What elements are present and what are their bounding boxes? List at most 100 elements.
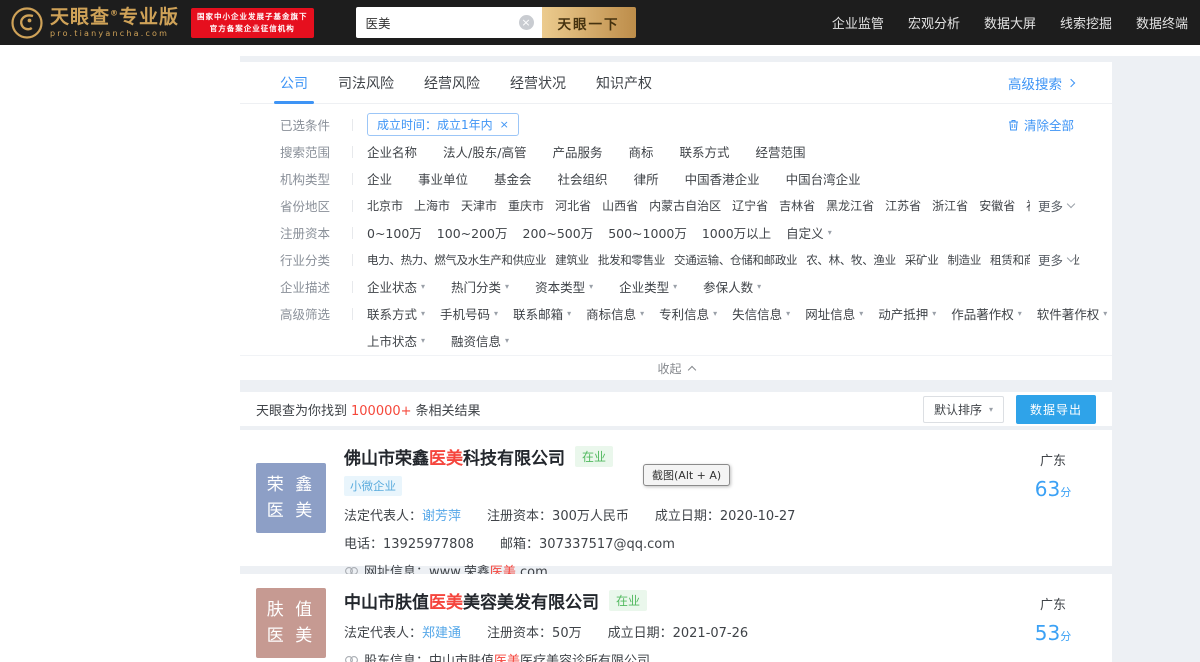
filter-option[interactable]: 上海市 [414,197,450,214]
topnav-item[interactable]: 线索挖掘 [1060,13,1112,32]
topnav-item[interactable]: 宏观分析 [908,13,960,32]
topnav-item[interactable]: 企业监管 [832,13,884,32]
filter-dropdown[interactable]: 热门分类 ▾ [451,277,509,296]
filter-option[interactable]: 农、林、牧、渔业 [806,252,896,268]
filter-option[interactable]: 批发和零售业 [598,252,666,268]
filter-dropdown[interactable]: 企业状态 ▾ [367,277,425,296]
filter-option[interactable]: 100~200万 [437,223,508,242]
filter-option[interactable]: 安徽省 [979,197,1015,214]
tab-company[interactable]: 公司 [274,62,314,104]
company-score[interactable]: 63分 [1010,477,1096,501]
filter-dropdown[interactable]: 动产抵押 ▾ [878,304,936,323]
filter-dropdown[interactable]: 手机号码 ▾ [440,304,498,323]
link-icon [344,655,359,662]
filter-option[interactable]: 江苏省 [885,197,921,214]
filter-option[interactable]: 吉林省 [779,197,815,214]
filter-option[interactable]: 北京市 [367,197,403,214]
company-score[interactable]: 53分 [1010,621,1096,645]
legal-rep-link[interactable]: 郑建通 [422,626,461,641]
filter-dropdown[interactable]: 融资信息 ▾ [451,331,509,350]
shareholder-field[interactable]: 股东信息：中山市肤值医美医疗美容诊所有限公司 [364,650,650,662]
filter-option[interactable]: 商标 [628,142,653,161]
more-industries-link[interactable]: 更多 [1029,246,1076,273]
filter-option[interactable]: 经营范围 [756,142,806,161]
filter-option[interactable]: 制造业 [947,252,981,268]
filter-option[interactable]: 交通运输、仓储和邮政业 [674,252,798,268]
legal-rep-link[interactable]: 谢芳萍 [422,509,461,524]
more-provinces-link[interactable]: 更多 [1029,192,1076,219]
filter-dropdown[interactable]: 失信信息 ▾ [732,304,790,323]
filter-option[interactable]: 电力、热力、燃气及水生产和供应业 [367,252,547,268]
filter-option[interactable]: 重庆市 [508,197,544,214]
filter-dropdown[interactable]: 上市状态 ▾ [367,331,425,350]
topnav-item[interactable]: 数据终端 [1136,13,1188,32]
filter-option[interactable]: 建筑业 [555,252,589,268]
result-tabs: 公司 司法风险 经营风险 经营状况 知识产权 高级搜索 [240,62,1112,104]
filter-option-label: 社会组织 [557,172,608,187]
tab-operation-status[interactable]: 经营状况 [510,62,566,104]
filter-option[interactable]: 法人/股东/高管 [443,142,526,161]
filter-option[interactable]: 事业单位 [418,169,468,188]
filter-option[interactable]: 500~1000万 [608,223,687,242]
filter-option[interactable]: 内蒙古自治区 [649,197,721,214]
filter-option[interactable]: 天津市 [461,197,497,214]
filter-option[interactable]: 0~100万 [367,223,422,242]
filter-option[interactable]: 企业名称 [367,142,417,161]
filter-dropdown[interactable]: 联系邮箱 ▾ [513,304,571,323]
filter-option[interactable]: 产品服务 [552,142,602,161]
filter-dropdown[interactable]: 参保人数 ▾ [703,277,761,296]
filter-option[interactable]: 山西省 [602,197,638,214]
filter-option[interactable]: 中国台湾企业 [786,169,861,188]
caret-down-icon: ▾ [786,309,791,318]
search-button[interactable]: 天眼一下 [541,7,636,38]
filter-dropdown[interactable]: 联系方式 ▾ [367,304,425,323]
filter-dropdown[interactable]: 企业类型 ▾ [619,277,677,296]
filter-option[interactable]: 河北省 [555,197,591,214]
filter-option[interactable]: 联系方式 [679,142,729,161]
tab-judicial-risk[interactable]: 司法风险 [338,62,394,104]
divider [352,145,353,158]
result-card-2: 肤 值 医 美 中山市肤值医美美容美发有限公司 在业 法定代表人：郑建通 注册资… [240,574,1112,662]
sort-select[interactable]: 默认排序 ▾ [922,395,1004,423]
filter-dropdown[interactable]: 网址信息 ▾ [805,304,863,323]
filter-option[interactable]: 黑龙江省 [826,197,874,214]
tab-intellectual-property[interactable]: 知识产权 [596,62,652,104]
remove-filter-icon[interactable]: × [500,118,509,131]
filter-dropdown[interactable]: 商标信息 ▾ [586,304,644,323]
filter-option[interactable]: 律所 [634,169,659,188]
badge-line1: 国家中小企业发展子基金旗下 [197,11,308,21]
collapse-filters-button[interactable]: 收起 [240,355,1112,380]
topnav-item[interactable]: 数据大屏 [984,13,1036,32]
filter-option[interactable]: 基金会 [494,169,532,188]
caret-down-icon: ▾ [494,309,499,318]
filter-option[interactable]: 社会组织 [558,169,608,188]
filter-option[interactable]: 采矿业 [905,252,939,268]
filter-option[interactable]: 浙江省 [932,197,968,214]
filter-dropdown[interactable]: 资本类型 ▾ [535,277,593,296]
search-input[interactable] [355,7,542,38]
advanced-search-link[interactable]: 高级搜索 [1008,73,1076,93]
company-name-link[interactable]: 中山市肤值医美美容美发有限公司 [344,588,599,613]
filter-dropdown[interactable]: 作品著作权 ▾ [951,304,1022,323]
clear-search-icon[interactable]: × [518,15,534,30]
tab-operation-risk[interactable]: 经营风险 [424,62,480,104]
filter-option[interactable]: 200~500万 [523,223,594,242]
filter-option[interactable]: 企业 [367,169,392,188]
filter-option-label: 采矿业 [904,252,939,267]
company-name-link[interactable]: 佛山市荣鑫医美科技有限公司 [344,444,565,469]
filter-dropdown[interactable]: 专利信息 ▾ [659,304,717,323]
filter-option[interactable]: 自定义 ▾ [786,223,832,242]
data-export-button[interactable]: 数据导出 [1015,394,1096,424]
selected-filter-tag[interactable]: 成立时间：成立1年内 × [367,113,519,136]
company-logo[interactable]: 肤 值 医 美 [256,588,326,658]
clear-all-button[interactable]: 清除全部 [1008,115,1074,134]
filter-option[interactable]: 辽宁省 [732,197,768,214]
trash-icon [1008,119,1018,130]
company-logo[interactable]: 荣 鑫 医 美 [256,463,326,533]
divider [352,199,353,212]
small-enterprise-tag[interactable]: 小微企业 [344,476,402,496]
app-logo[interactable]: 天眼查®专业版 pro.tianyancha.com [10,6,179,40]
filter-option[interactable]: 1000万以上 [702,223,771,242]
filter-dropdown[interactable]: 软件著作权 ▾ [1037,304,1108,323]
filter-option[interactable]: 中国香港企业 [685,169,760,188]
